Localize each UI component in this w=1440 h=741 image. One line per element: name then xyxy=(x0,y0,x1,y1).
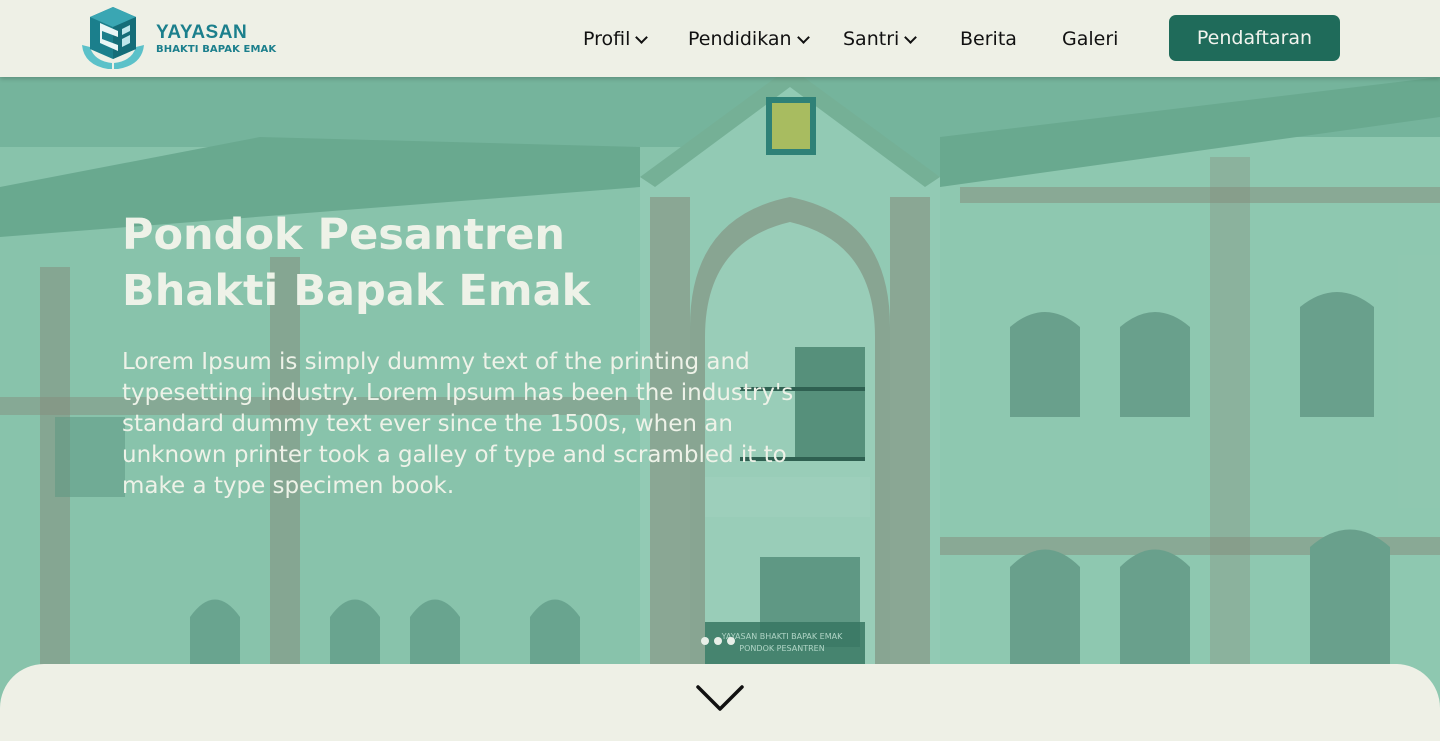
carousel-dot[interactable] xyxy=(714,637,722,645)
nav-item-santri[interactable]: Santri xyxy=(843,27,918,51)
nav-item-profil[interactable]: Profil xyxy=(583,27,649,51)
carousel-indicators xyxy=(701,637,735,645)
hero-section: YAYASAN BHAKTI BAPAK EMAK PONDOK PESANTR… xyxy=(0,77,1440,741)
pendaftaran-button[interactable]: Pendaftaran xyxy=(1169,15,1340,61)
hero-title-line: Bhakti Bapak Emak xyxy=(122,266,591,316)
nav-item-pendidikan[interactable]: Pendidikan xyxy=(688,27,810,51)
nav-item-label: Profil xyxy=(583,28,631,50)
nav-item-label: Santri xyxy=(843,28,900,50)
hero-title: Pondok Pesantren Bhakti Bapak Emak xyxy=(122,207,822,319)
chevron-down-icon[interactable] xyxy=(696,684,744,714)
hero-title-line: Pondok Pesantren xyxy=(122,210,565,260)
carousel-dot[interactable] xyxy=(727,637,735,645)
nav-item-berita[interactable]: Berita xyxy=(960,27,1017,51)
nav-item-galeri[interactable]: Galeri xyxy=(1062,27,1118,51)
site-header: YAYASAN BHAKTI BAPAK EMAK Profil Pendidi… xyxy=(0,0,1440,77)
carousel-dot[interactable] xyxy=(701,637,709,645)
hero-description: Lorem Ipsum is simply dummy text of the … xyxy=(122,349,794,499)
chevron-down-icon xyxy=(904,30,918,44)
content-panel xyxy=(0,664,1440,741)
chevron-down-icon xyxy=(796,30,810,44)
main-nav: Profil Pendidikan Santri Berita Galeri P… xyxy=(0,0,1440,77)
chevron-down-icon xyxy=(635,30,649,44)
nav-item-label: Berita xyxy=(960,28,1017,50)
nav-item-label: Pendidikan xyxy=(688,28,792,50)
nav-item-label: Galeri xyxy=(1062,28,1119,50)
